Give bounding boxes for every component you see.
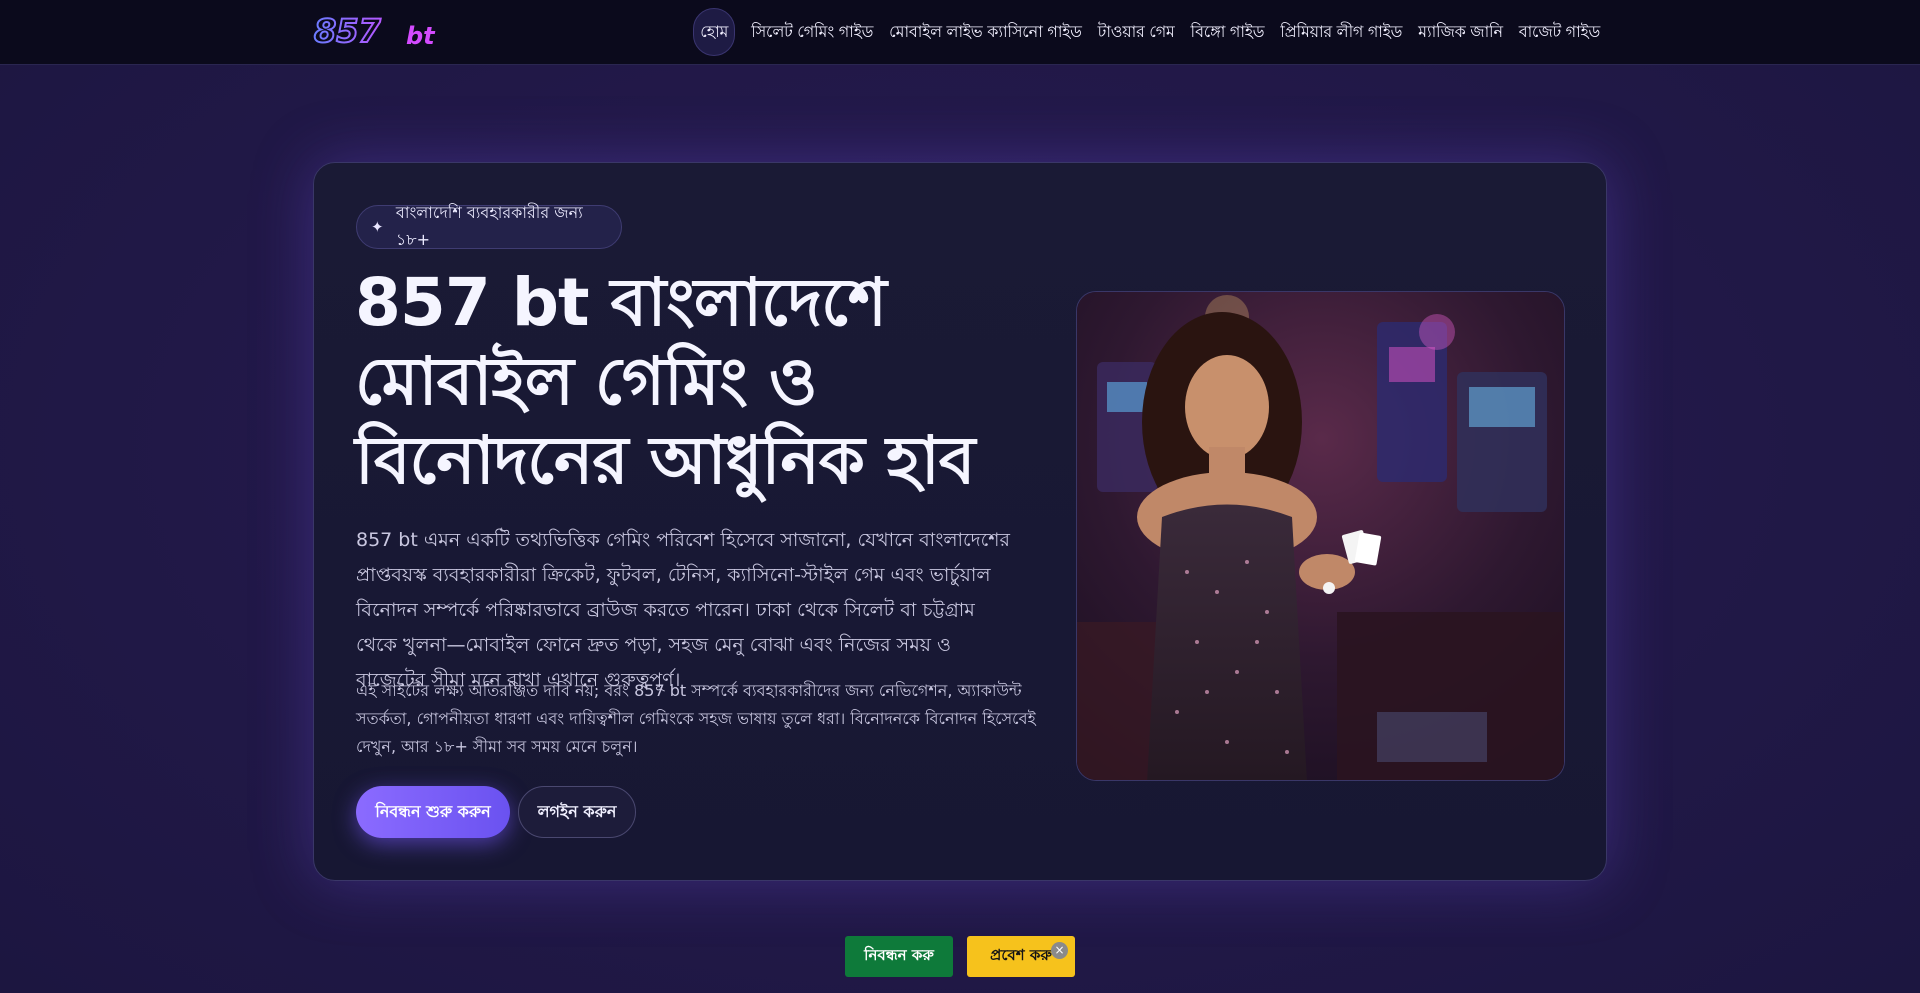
nav-item-bingo-guide[interactable]: বিঙ্গো গাইড (1191, 19, 1265, 46)
sticky-register-button[interactable]: নিবন্ধন করু (845, 936, 953, 977)
login-button[interactable]: লগইন করুন (518, 786, 636, 838)
hero-card: ✦ বাংলাদেশি ব্যবহারকারীর জন্য ১৮+ 857 bt… (313, 162, 1607, 881)
main-nav: হোম সিলেট গেমিং গাইড মোবাইল লাইভ ক্যাসিন… (693, 8, 1600, 56)
nav-item-tower-game[interactable]: টাওয়ার গেম (1098, 19, 1175, 46)
age-badge-label: বাংলাদেশি ব্যবহারকারীর জন্য ১৮+ (395, 203, 583, 249)
sparkle-icon: ✦ (371, 218, 384, 236)
hero-image (1076, 291, 1565, 781)
nav-item-budget-guide[interactable]: বাজেট গাইড (1519, 19, 1601, 46)
nav-item-premier-league-guide[interactable]: প্রিমিয়ার লীগ গাইড (1280, 19, 1402, 46)
age-badge: ✦ বাংলাদেশি ব্যবহারকারীর জন্য ১৮+ (356, 203, 622, 249)
nav-item-mobile-live-casino-guide[interactable]: মোবাইল লাইভ ক্যাসিনো গাইড (889, 19, 1082, 46)
site-logo[interactable]: 857 bt (312, 10, 444, 52)
close-icon[interactable]: × (1051, 942, 1068, 959)
nav-item-magic-jani[interactable]: ম্যাজিক জানি (1418, 19, 1503, 46)
hero-headline: 857 bt বাংলাদেশে মোবাইল গেমিং ও বিনোদনের… (355, 264, 976, 499)
top-navigation-bar: 857 bt হোম সিলেট গেমিং গাইড মোবাইল লাইভ … (0, 0, 1920, 65)
nav-item-sylhet-gaming-guide[interactable]: সিলেট গেমিং গাইড (751, 19, 873, 46)
svg-text:857: 857 (314, 12, 382, 50)
start-registration-button[interactable]: নিবন্ধন শুরু করুন (356, 786, 510, 838)
svg-text:bt: bt (406, 22, 436, 50)
hero-sub-text: এই সাইটের লক্ষ্য অতিরঞ্জিত দাবি নয়; বরং… (356, 681, 1036, 756)
nav-item-home[interactable]: হোম (693, 8, 736, 56)
hero-lead-text: 857 bt এমন একটি তথ্যভিত্তিক গেমিং পরিবেশ… (356, 529, 1010, 691)
